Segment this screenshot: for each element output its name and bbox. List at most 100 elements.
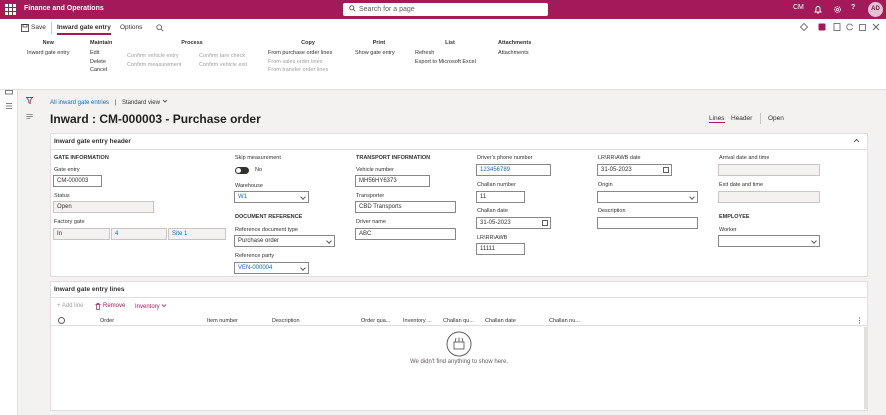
show-gate-entry-button[interactable]: Show gate entry: [355, 49, 403, 58]
document-reference-heading: DOCUMENT REFERENCE: [235, 214, 303, 220]
worker-select[interactable]: [718, 235, 820, 247]
description-field[interactable]: [597, 217, 698, 229]
close-icon[interactable]: [872, 23, 880, 31]
filter-icon[interactable]: [26, 97, 33, 104]
confirm-vehicle-exit-button[interactable]: Confirm vehicle exit: [199, 61, 247, 70]
transporter-label: Transporter: [356, 193, 385, 199]
divider: [51, 149, 867, 150]
calendar-icon[interactable]: [542, 220, 548, 226]
more-vertical-icon[interactable]: [857, 317, 862, 324]
refresh-icon[interactable]: [846, 23, 854, 31]
tab-options[interactable]: Options: [120, 24, 142, 31]
factory-gate-site-field[interactable]: Site 1: [168, 228, 226, 240]
factory-gate-label: Factory gate: [54, 219, 85, 225]
lr-rr-awb-date-field[interactable]: 31-05-2023: [597, 164, 672, 176]
all-inward-gate-entries-link[interactable]: All inward gate entries: [50, 100, 109, 106]
attachments-button[interactable]: Attachments: [498, 49, 531, 58]
view-header-tab[interactable]: Header: [731, 115, 752, 122]
confirm-vehicle-entry-button[interactable]: Confirm vehicle entry: [127, 52, 181, 61]
challan-number-field[interactable]: 11: [476, 191, 525, 203]
calendar-icon[interactable]: [663, 167, 669, 173]
lr-rr-awb-field[interactable]: 11111: [476, 243, 525, 255]
cancel-button[interactable]: Cancel: [90, 66, 112, 75]
lines-section-title[interactable]: Inward gate entry lines: [54, 286, 124, 293]
skip-measurement-toggle[interactable]: [235, 167, 249, 174]
gear-icon[interactable]: [833, 5, 842, 14]
origin-select[interactable]: [597, 191, 698, 203]
reference-party-select[interactable]: VEN-000004: [234, 262, 309, 274]
column-challan-quantity[interactable]: Challan qu...: [443, 318, 474, 324]
app-title: Finance and Operations: [24, 5, 104, 12]
new-inward-gate-entry-button[interactable]: Inward gate entry: [27, 49, 70, 58]
scrollbar[interactable]: [864, 327, 868, 409]
gate-entry-field[interactable]: CM-000003: [53, 175, 102, 187]
origin-label: Origin: [598, 182, 613, 188]
edit-button[interactable]: Edit: [90, 49, 112, 58]
warehouse-select[interactable]: W1: [234, 191, 309, 203]
column-challan-number[interactable]: Challan nu...: [549, 318, 580, 324]
confirm-tare-check-button[interactable]: Confirm tare check: [199, 52, 247, 61]
company-picker[interactable]: CM: [793, 4, 804, 11]
help-icon[interactable]: ?: [851, 4, 855, 11]
office-icon[interactable]: [818, 23, 826, 31]
vehicle-number-field[interactable]: MH56HY6373: [355, 175, 430, 187]
group-print: Print Show gate entry: [355, 40, 403, 58]
confirm-measurement-button[interactable]: Confirm measurement: [127, 61, 181, 70]
list-icon[interactable]: [26, 113, 33, 120]
column-challan-date[interactable]: Challan date: [485, 318, 516, 324]
reference-document-type-select[interactable]: Purchase order: [234, 235, 335, 247]
column-order-quantity[interactable]: Order qua...: [361, 318, 390, 324]
factory-gate-number-field[interactable]: 4: [111, 228, 167, 240]
arrival-date-time-label: Arrival date and time: [719, 155, 770, 161]
column-inventory[interactable]: Inventory ...: [403, 318, 432, 324]
driver-name-field[interactable]: ABC: [355, 228, 456, 240]
challan-date-field[interactable]: 31-05-2023: [476, 217, 551, 229]
copy-from-sales-order-lines-button[interactable]: From sales order lines: [268, 58, 348, 67]
copy-from-transfer-order-lines-button[interactable]: From transfer order lines: [268, 66, 348, 75]
app-launcher-icon[interactable]: [5, 4, 16, 15]
reference-party-label: Reference party: [235, 253, 275, 259]
gate-entry-label: Gate entry: [54, 167, 80, 173]
remove-button[interactable]: Remove: [103, 303, 125, 309]
popout-icon[interactable]: [859, 23, 867, 31]
select-all-radio[interactable]: [58, 317, 65, 324]
save-button[interactable]: Save: [31, 24, 46, 31]
driver-phone-field[interactable]: 123456789: [476, 164, 551, 176]
view-lines-tab[interactable]: Lines: [709, 115, 725, 123]
group-process: Process Confirm vehicle entry Confirm me…: [127, 40, 247, 68]
open-button[interactable]: Open: [768, 115, 784, 122]
driver-name-label: Driver name: [356, 219, 386, 225]
challan-number-label: Challan number: [477, 182, 516, 188]
refresh-button[interactable]: Refresh: [415, 49, 485, 58]
group-attachments: Attachments Attachments: [498, 40, 532, 58]
avatar[interactable]: AD: [868, 2, 883, 17]
tab-inward-gate-entry[interactable]: Inward gate entry: [57, 24, 111, 35]
status-field: Open: [53, 201, 154, 213]
divider: [51, 22, 52, 34]
search-icon[interactable]: [156, 24, 164, 32]
attach-icon[interactable]: [833, 23, 841, 31]
vehicle-number-label: Vehicle number: [356, 167, 394, 173]
page-title: Inward : CM-000003 - Purchase order: [50, 112, 261, 126]
status-label: Status: [54, 193, 70, 199]
chevron-up-icon[interactable]: [853, 138, 860, 144]
filter-icon[interactable]: [5, 97, 13, 105]
bell-icon[interactable]: [814, 5, 822, 14]
diamond-icon[interactable]: [800, 23, 808, 31]
copy-from-purchase-order-lines-button[interactable]: From purchase order lines: [268, 49, 348, 58]
view-selector[interactable]: Standard view: [122, 100, 160, 106]
chevron-down-icon[interactable]: [162, 98, 168, 104]
column-order[interactable]: Order: [100, 318, 114, 324]
add-line-button[interactable]: + Add line: [57, 303, 84, 309]
transporter-field[interactable]: CBD Transports: [355, 201, 456, 213]
header-section-title[interactable]: Inward gate entry header: [54, 138, 131, 145]
column-item-number[interactable]: Item number: [207, 318, 238, 324]
export-to-excel-button[interactable]: Export to Microsoft Excel: [415, 58, 485, 67]
gate-information-heading: GATE INFORMATION: [54, 155, 109, 161]
delete-button[interactable]: Delete: [90, 58, 112, 67]
column-description[interactable]: Description: [272, 318, 300, 324]
search-input[interactable]: Search for a page: [343, 3, 548, 16]
inventory-menu[interactable]: Inventory: [135, 303, 167, 310]
factory-gate-direction-field: In: [53, 228, 110, 240]
driver-phone-label: Driver's phone number: [477, 155, 533, 161]
